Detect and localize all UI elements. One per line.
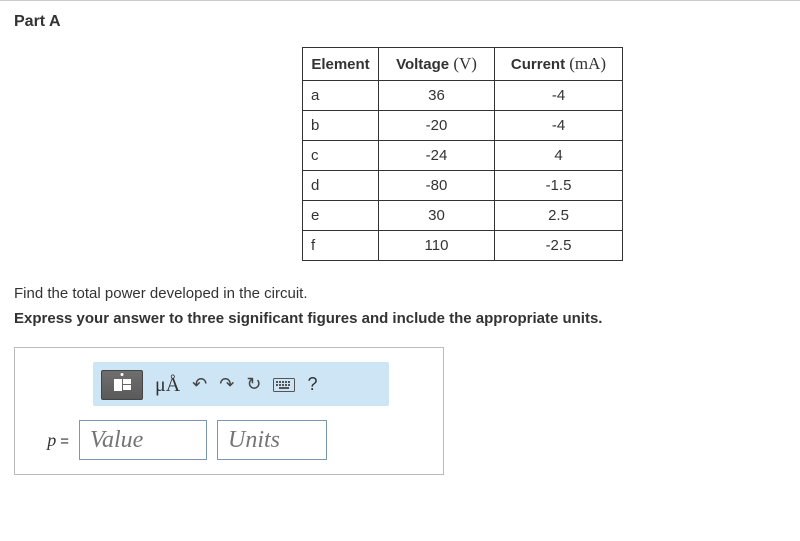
data-table: Element Voltage (V) Current (mA) a 36 -4 <box>302 47 623 261</box>
col-voltage-unit-paren: (V) <box>453 54 477 73</box>
templates-button[interactable] <box>101 370 143 400</box>
cell-element: c <box>303 141 379 171</box>
cell-element: f <box>303 231 379 261</box>
cell-current: -4 <box>495 111 623 141</box>
prompt-find-power: Find the total power developed in the ci… <box>14 285 786 302</box>
undo-icon[interactable]: ↶ <box>192 374 207 395</box>
table-row: f 110 -2.5 <box>303 231 623 261</box>
cell-current: 2.5 <box>495 201 623 231</box>
cell-current: -4 <box>495 81 623 111</box>
cell-current: -1.5 <box>495 171 623 201</box>
reset-icon[interactable]: ↻ <box>246 374 261 395</box>
variable-label: p= <box>29 430 69 451</box>
cell-voltage: -24 <box>379 141 495 171</box>
cell-voltage: 30 <box>379 201 495 231</box>
help-icon[interactable]: ? <box>307 374 317 395</box>
table-row: c -24 4 <box>303 141 623 171</box>
data-table-wrap: Element Voltage (V) Current (mA) a 36 -4 <box>302 47 786 261</box>
answer-panel: μÅ ↶ ↷ ↻ ? p= <box>14 347 444 475</box>
table-row: d -80 -1.5 <box>303 171 623 201</box>
current-unit: mA <box>575 54 601 73</box>
variable-p: p <box>47 430 56 450</box>
cell-voltage: 110 <box>379 231 495 261</box>
col-current-label: Current <box>511 56 565 73</box>
prompt-instructions: Express your answer to three significant… <box>14 310 786 327</box>
cell-voltage: 36 <box>379 81 495 111</box>
cell-element: d <box>303 171 379 201</box>
col-current: Current (mA) <box>495 48 623 81</box>
fraction-icon <box>114 379 131 391</box>
col-voltage: Voltage (V) <box>379 48 495 81</box>
answer-input-row: p= <box>29 420 429 460</box>
mu-angstrom-label: μÅ <box>155 374 180 396</box>
cell-voltage: -80 <box>379 171 495 201</box>
redo-icon[interactable]: ↷ <box>219 374 234 395</box>
table-row: a 36 -4 <box>303 81 623 111</box>
table-header-row: Element Voltage (V) Current (mA) <box>303 48 623 81</box>
equation-toolbar: μÅ ↶ ↷ ↻ ? <box>93 362 389 406</box>
col-current-unit-paren: (mA) <box>569 54 606 73</box>
part-label: Part A <box>0 13 800 41</box>
col-element: Element <box>303 48 379 81</box>
cell-voltage: -20 <box>379 111 495 141</box>
table-row: e 30 2.5 <box>303 201 623 231</box>
units-input[interactable] <box>217 420 327 460</box>
cell-current: 4 <box>495 141 623 171</box>
voltage-unit: V <box>459 54 471 73</box>
cell-element: b <box>303 111 379 141</box>
table-row: b -20 -4 <box>303 111 623 141</box>
keyboard-icon[interactable] <box>273 378 295 392</box>
cell-element: a <box>303 81 379 111</box>
value-input[interactable] <box>79 420 207 460</box>
col-voltage-label: Voltage <box>396 56 449 73</box>
cell-current: -2.5 <box>495 231 623 261</box>
cell-element: e <box>303 201 379 231</box>
equals-sign: = <box>60 433 69 450</box>
units-symbol-button[interactable]: μÅ <box>155 375 180 395</box>
